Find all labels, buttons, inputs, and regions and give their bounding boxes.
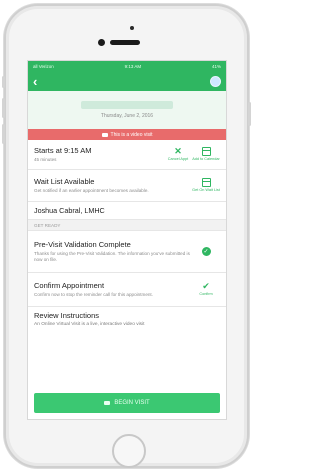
duration: 45 minutes <box>34 157 57 163</box>
checkmark-circle-icon: ✓ <box>201 247 211 256</box>
validation-row: Pre-Visit Validation Complete Thanks for… <box>28 231 226 273</box>
calendar-icon <box>201 147 211 157</box>
header-title-placeholder <box>81 101 173 109</box>
appointment-time-row: Starts at 9:15 AM 45 minutes ✕ Cancel Ap… <box>28 140 226 170</box>
mute-switch <box>2 76 5 88</box>
proximity-sensor <box>130 26 134 30</box>
app-screen: all Verizon 9:13 AM 41% ‹ Thursday, June… <box>27 60 227 420</box>
confirm-subtitle: Confirm now to stop the reminder call fo… <box>34 292 153 298</box>
appointment-date: Thursday, June 2, 2016 <box>100 113 154 119</box>
chevron-left-icon[interactable]: ‹ <box>33 75 37 88</box>
volume-up-button <box>2 98 5 118</box>
section-label: GET READY <box>28 220 226 231</box>
home-button[interactable] <box>112 434 146 468</box>
video-icon <box>101 132 108 137</box>
provider-name: Joshua Cabral, LMHC <box>34 206 105 215</box>
confirm-row: Confirm Appointment Confirm now to stop … <box>28 273 226 307</box>
nav-bar: ‹ <box>28 71 226 91</box>
front-camera <box>98 39 105 46</box>
carrier-label: all Verizon <box>33 63 54 69</box>
begin-visit-button[interactable]: BEGIN VISIT <box>34 393 220 413</box>
battery-label: 41% <box>211 63 221 69</box>
calendar-label: Add to Calendar <box>192 157 220 162</box>
power-button <box>248 102 251 126</box>
checkmark-icon: ✔ <box>202 281 210 292</box>
video-icon <box>104 401 111 405</box>
provider-row: Joshua Cabral, LMHC <box>28 202 226 220</box>
validation-title: Pre-Visit Validation Complete <box>34 240 131 250</box>
status-bar: all Verizon 9:13 AM 41% <box>28 61 226 71</box>
begin-visit-label: BEGIN VISIT <box>114 400 150 406</box>
confirm-button[interactable]: ✔ Confirm <box>192 281 220 297</box>
validation-status: ✓ <box>192 247 220 256</box>
waitlist-row: Wait List Available Get notified if an e… <box>28 170 226 202</box>
calendar-icon <box>201 178 211 188</box>
confirm-label: Confirm <box>199 292 213 297</box>
join-waitlist-button[interactable]: Get On Wait List <box>192 178 220 192</box>
video-banner-text: This is a video visit <box>110 131 153 138</box>
review-title: Review Instructions <box>34 311 100 320</box>
appointment-header: Thursday, June 2, 2016 <box>28 91 226 129</box>
earpiece-speaker <box>110 40 140 45</box>
confirm-title: Confirm Appointment <box>34 281 105 291</box>
cancel-label: Cancel Appt <box>167 157 189 162</box>
waitlist-title: Wait List Available <box>34 177 95 187</box>
volume-down-button <box>2 124 5 144</box>
waitlist-subtitle: Get notified if an earlier appointment b… <box>34 188 149 194</box>
close-icon: ✕ <box>174 146 182 157</box>
add-to-calendar-button[interactable]: Add to Calendar <box>192 147 220 161</box>
clock-label: 9:13 AM <box>124 63 142 69</box>
avatar-icon[interactable] <box>210 75 221 87</box>
review-text: An Online Virtual Visit is a live, inter… <box>34 322 145 327</box>
video-visit-banner: This is a video visit <box>28 129 226 140</box>
start-time: Starts at 9:15 AM <box>34 146 92 156</box>
cancel-appointment-button[interactable]: ✕ Cancel Appt <box>164 146 192 162</box>
waitlist-action-label: Get On Wait List <box>192 188 220 193</box>
review-row: Review Instructions An Online Virtual Vi… <box>28 307 226 331</box>
validation-subtitle: Thanks for using the Pre-Visit Validatio… <box>34 251 190 262</box>
